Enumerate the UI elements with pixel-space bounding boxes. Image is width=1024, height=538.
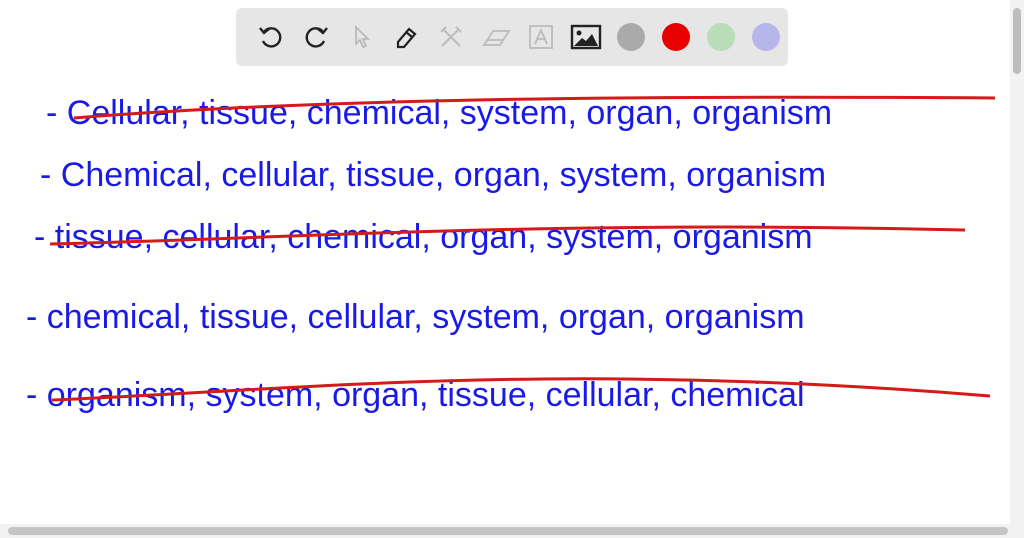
vertical-scroll-thumb[interactable]: [1013, 8, 1021, 74]
strikethrough-layer: [49, 95, 996, 402]
color-swatch: [616, 23, 645, 51]
tools-icon: [439, 26, 462, 47]
undo-icon: [258, 27, 281, 48]
select-icon: [354, 24, 370, 49]
vertical-scrollbar[interactable]: [1010, 0, 1024, 524]
handwritten-line-2: - Chemical, cellular, tissue, organ, sys…: [40, 156, 827, 194]
color-swatch: [661, 23, 690, 51]
eraser-icon: [481, 30, 511, 46]
pen-button[interactable]: [383, 17, 428, 57]
select-button[interactable]: [338, 17, 383, 57]
handwritten-line-3: - tissue, cellular, chemical, organ, sys…: [34, 218, 813, 256]
color-green-button[interactable]: [698, 17, 743, 57]
color-red-button[interactable]: [653, 17, 698, 57]
color-swatch: [706, 23, 735, 51]
redo-icon: [305, 27, 328, 48]
color-gray-button[interactable]: [608, 17, 653, 57]
color-purple-button[interactable]: [743, 17, 788, 57]
drawing-toolbar: [236, 8, 788, 66]
image-button[interactable]: [563, 17, 608, 57]
handwritten-line-1: - Cellular, tissue, chemical, system, or…: [46, 94, 833, 132]
horizontal-scrollbar[interactable]: [0, 524, 1024, 538]
redo-button[interactable]: [293, 17, 338, 57]
tools-button[interactable]: [428, 17, 473, 57]
text-icon: [528, 25, 553, 49]
pen-icon: [396, 27, 417, 49]
eraser-button[interactable]: [473, 17, 518, 57]
horizontal-scroll-thumb[interactable]: [8, 527, 1008, 535]
handwritten-line-4: - chemical, tissue, cellular, system, or…: [26, 298, 805, 336]
undo-button[interactable]: [248, 17, 293, 57]
image-icon: [570, 24, 601, 50]
color-swatch: [751, 23, 780, 51]
text-button[interactable]: [518, 17, 563, 57]
handwritten-line-5: - organism, system, organ, tissue, cellu…: [26, 376, 805, 414]
